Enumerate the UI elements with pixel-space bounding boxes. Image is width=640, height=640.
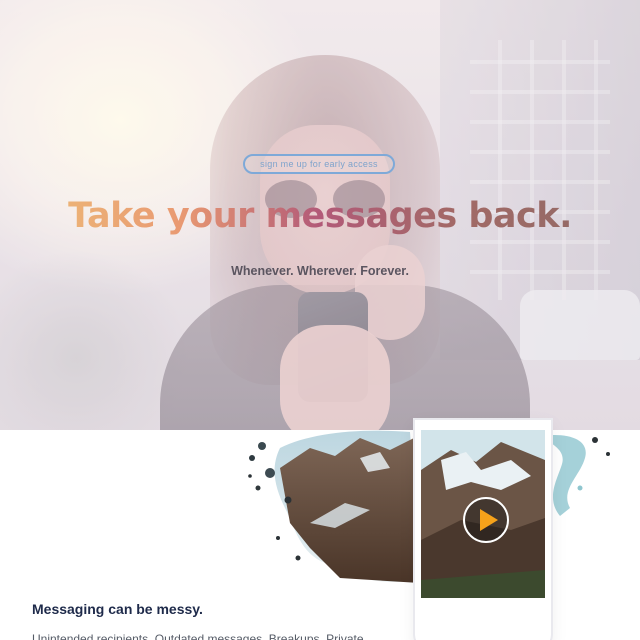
- early-access-button[interactable]: sign me up for early access: [243, 154, 395, 174]
- play-icon: [479, 509, 498, 531]
- section-body-text: Unintended recipients. Outdated messages…: [32, 632, 364, 640]
- section-title: Messaging can be messy.: [32, 601, 203, 617]
- early-access-label: sign me up for early access: [260, 159, 378, 169]
- hero-headline: Take your messages back.: [0, 196, 640, 236]
- video-play-button[interactable]: [463, 497, 509, 543]
- hero-subheadline: Whenever. Wherever. Forever.: [231, 264, 409, 278]
